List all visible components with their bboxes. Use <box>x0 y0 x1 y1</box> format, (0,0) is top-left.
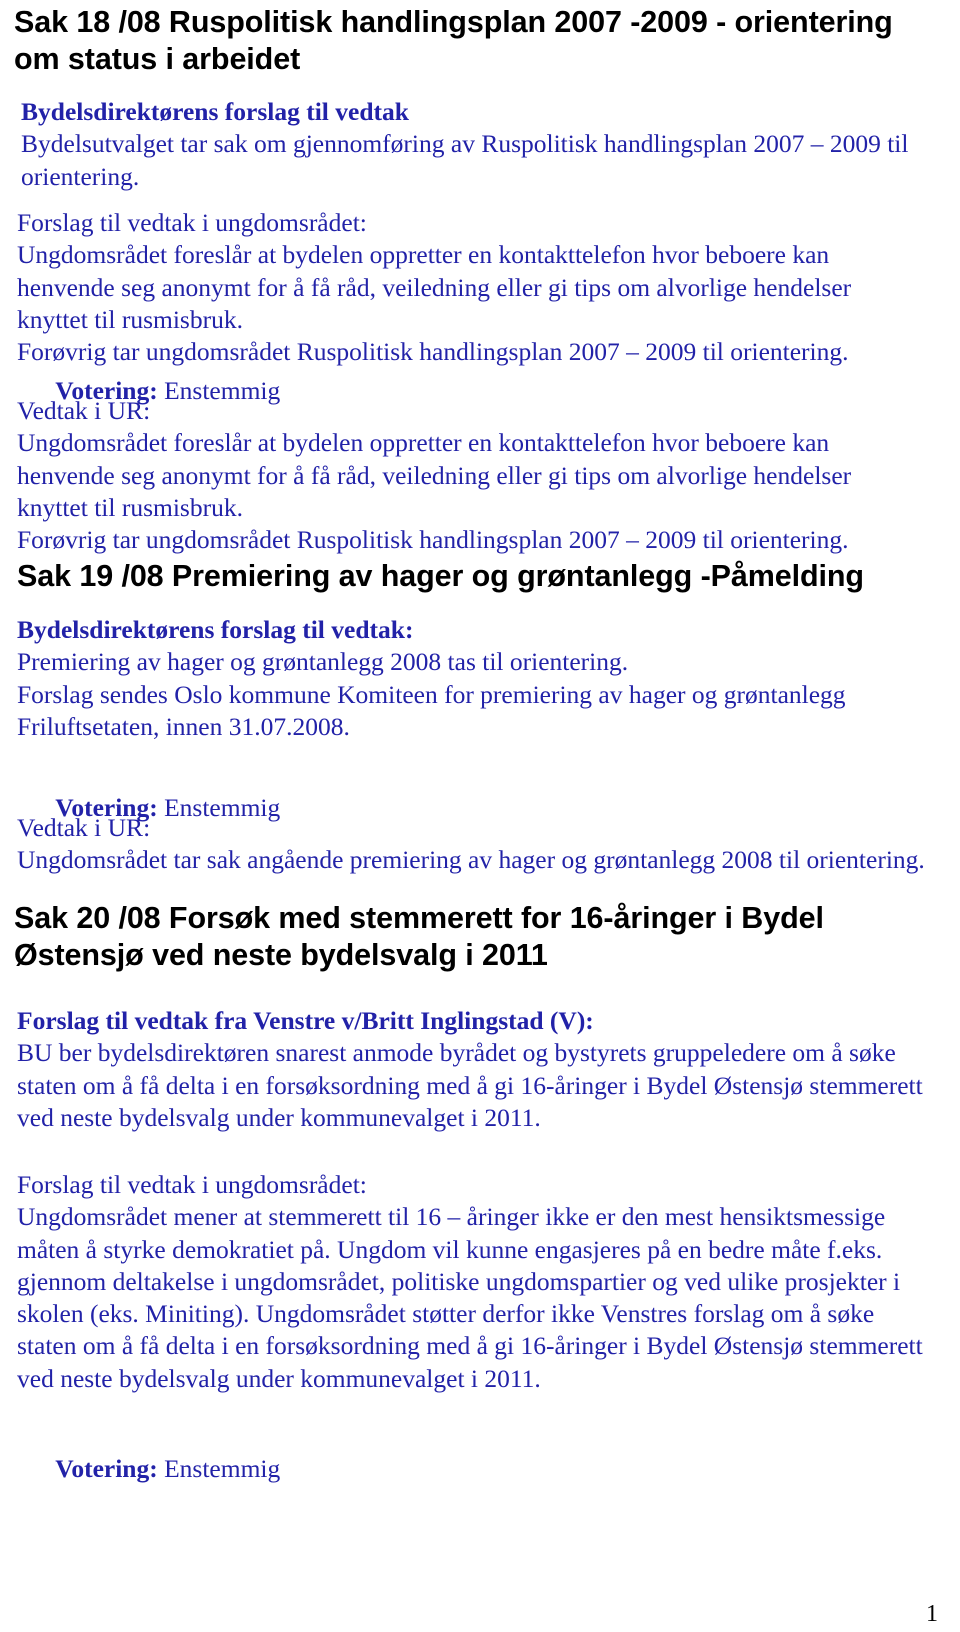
block-body-text: Ungdomsrådet mener at stemmerett til 16 … <box>17 1202 930 1393</box>
votering-label: Votering: <box>55 1454 158 1484</box>
sak-19-vedtak-ur: Vedtak i UR: Ungdomsrådet tar sak angåen… <box>17 812 927 877</box>
sak-20-venstre-forslag: Forslag til vedtak fra Venstre v/Britt I… <box>17 1005 932 1134</box>
sak-20-heading: Sak 20 /08 Forsøk med stemmerett for 16-… <box>14 901 824 972</box>
block-body-text: Ungdomsrådet foreslår at bydelen opprett… <box>17 428 852 554</box>
block-lead-label: Forslag til vedtak i ungdomsrådet: <box>17 1170 367 1199</box>
block-body-text: Ungdomsrådet tar sak angående premiering… <box>17 845 925 875</box>
block-lead-label: Forslag til vedtak fra Venstre v/Britt I… <box>17 1006 594 1035</box>
block-body-text: Premiering av hager og grøntanlegg 2008 … <box>17 647 846 741</box>
sak-18-vedtak-ur: Vedtak i UR: Ungdomsrådet foreslår at by… <box>17 395 927 556</box>
sak-18-bydelsdirektor-forslag: Bydelsdirektørens forslag til vedtak Byd… <box>21 96 921 193</box>
sak-20-ungdomsrad-forslag: Forslag til vedtak i ungdomsrådet: Ungdo… <box>17 1169 935 1395</box>
votering-value: Enstemmig <box>157 1454 281 1484</box>
block-lead-label: Forslag til vedtak i ungdomsrådet: <box>17 208 367 237</box>
block-body-text: Bydelsutvalget tar sak om gjennomføring … <box>21 129 915 191</box>
document-page: Sak 18 /08 Ruspolitisk handlingsplan 200… <box>0 0 960 1632</box>
block-lead-label: Bydelsdirektørens forslag til vedtak: <box>17 615 414 644</box>
block-lead-label: Vedtak i UR: <box>17 813 151 842</box>
page-number: 1 <box>926 1601 938 1627</box>
sak-19-heading: Sak 19 /08 Premiering av hager og grønta… <box>17 559 864 593</box>
block-lead-label: Bydelsdirektørens forslag til vedtak <box>21 97 409 126</box>
block-lead-label: Vedtak i UR: <box>17 396 151 425</box>
sak-20-votering: Votering: Enstemmig <box>17 1421 280 1518</box>
sak-18-heading: Sak 18 /08 Ruspolitisk handlingsplan 200… <box>14 5 893 76</box>
block-body-text: BU ber bydelsdirektøren snarest anmode b… <box>17 1038 930 1132</box>
sak-19-bydelsdirektor-forslag: Bydelsdirektørens forslag til vedtak: Pr… <box>17 614 922 743</box>
